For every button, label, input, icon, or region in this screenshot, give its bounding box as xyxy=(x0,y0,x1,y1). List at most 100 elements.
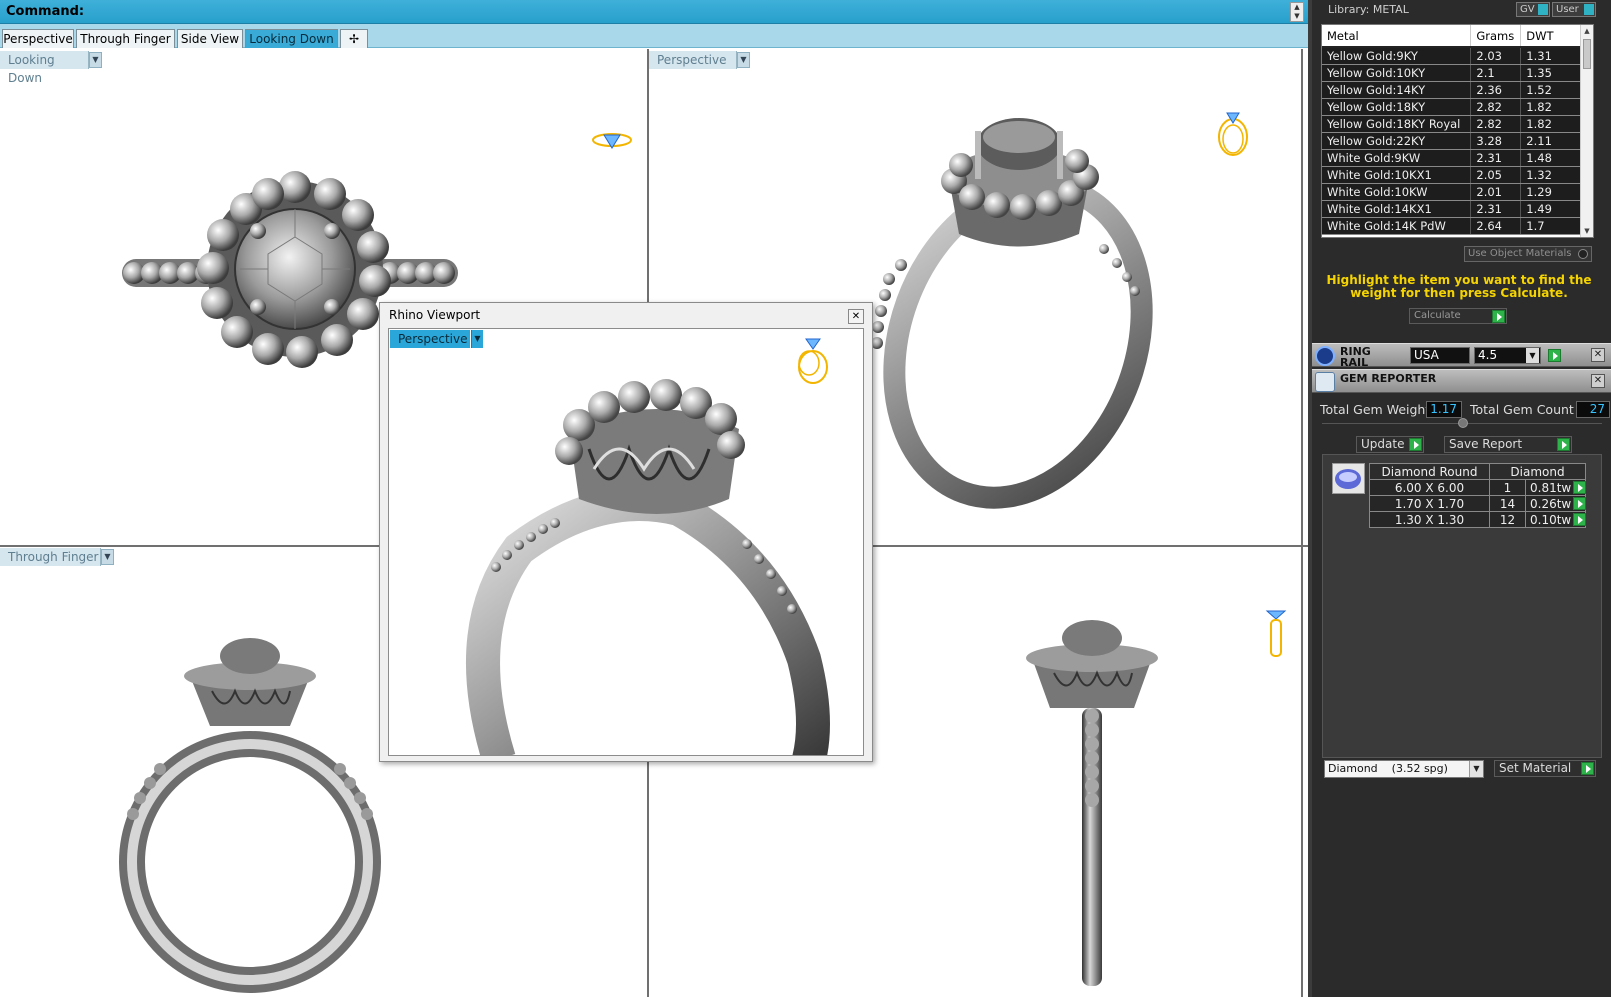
table-row[interactable]: Yellow Gold:18KY Royal 2.82 1.82 xyxy=(1322,115,1581,133)
total-gem-count-value: 27 xyxy=(1576,401,1610,418)
gem-reporter-icon xyxy=(1315,372,1335,392)
table-row[interactable]: Yellow Gold:10KY 2.1 1.35 xyxy=(1322,64,1581,82)
floating-perspective-view xyxy=(466,338,830,755)
calculate-label: Calculate xyxy=(1414,310,1461,321)
close-icon[interactable]: ✕ xyxy=(848,309,864,324)
viewport-label-perspective[interactable]: Perspective ▼ xyxy=(649,51,750,69)
play-icon[interactable] xyxy=(1573,497,1586,510)
halo-head xyxy=(184,638,316,726)
gem-header-type: Diamond xyxy=(1489,463,1586,480)
chevron-down-icon[interactable]: ▼ xyxy=(101,549,114,565)
floating-viewport-canvas[interactable]: Perspective ▼ xyxy=(388,328,864,756)
chevron-down-icon[interactable]: ▼ xyxy=(737,52,750,68)
ring-rail-go-button[interactable] xyxy=(1548,349,1561,362)
add-tab-button[interactable]: ✢ xyxy=(340,29,368,48)
round-diamond-icon xyxy=(1332,463,1365,494)
perspective-orientation-icon xyxy=(1218,112,1248,156)
floating-viewport-window[interactable]: Rhino Viewport ✕ Perspective ▼ xyxy=(379,302,873,762)
table-row[interactable]: White Gold:14KX1 2.31 1.49 xyxy=(1322,200,1581,218)
close-icon[interactable]: ✕ xyxy=(1591,374,1605,388)
table-row[interactable]: White Gold:10KW 2.01 1.29 xyxy=(1322,183,1581,201)
table-row[interactable]: 1.30 X 1.30 12 0.10tw xyxy=(1369,511,1586,528)
tab-side-view[interactable]: Side View xyxy=(177,29,243,48)
viewport-label-looking-down[interactable]: Looking Down ▼ xyxy=(0,51,102,85)
play-icon xyxy=(1492,310,1505,323)
material-select-sg: (3.52 spg) xyxy=(1391,762,1448,775)
material-select-name: Diamond xyxy=(1328,762,1378,775)
instruction-text: Highlight the item you want to find the … xyxy=(1326,273,1592,300)
looking-down-orientation-icon xyxy=(592,133,632,149)
gem-header-shape: Diamond Round xyxy=(1369,463,1490,480)
viewport-tab-strip: Perspective Through Finger Side View Loo… xyxy=(0,24,1308,48)
play-icon[interactable] xyxy=(1573,481,1586,494)
tab-looking-down[interactable]: Looking Down xyxy=(245,29,338,48)
toggle-indicator-icon xyxy=(1584,4,1594,15)
chevron-down-icon[interactable]: ▼ xyxy=(1469,761,1483,777)
update-button[interactable]: Update xyxy=(1356,436,1424,453)
library-label: Library: METAL xyxy=(1328,3,1409,16)
chevron-down-icon[interactable]: ▼ xyxy=(1526,348,1539,363)
use-object-materials-toggle[interactable]: Use Object Materials xyxy=(1464,246,1592,262)
gem-list: Diamond Round Diamond 6.00 X 6.00 1 0.81… xyxy=(1322,454,1602,758)
table-row[interactable]: Yellow Gold:9KY 2.03 1.31 xyxy=(1322,47,1581,65)
save-report-label: Save Report xyxy=(1449,437,1523,451)
metal-table[interactable]: Metal Grams DWT Yellow Gold:9KY 2.03 1.31 … xyxy=(1321,24,1594,238)
ring-country-field[interactable]: USA xyxy=(1410,347,1470,364)
gv-toggle[interactable]: GV xyxy=(1516,2,1550,17)
chevron-down-icon[interactable]: ▼ xyxy=(89,52,102,68)
toggle-indicator-icon xyxy=(1538,4,1548,15)
tab-through-finger[interactable]: Through Finger xyxy=(76,29,175,48)
save-report-button[interactable]: Save Report xyxy=(1444,436,1572,453)
table-row[interactable]: Yellow Gold:18KY 2.82 1.82 xyxy=(1322,98,1581,116)
side-halo-head xyxy=(1026,620,1158,708)
metal-table-scrollbar[interactable]: ▲ ▼ xyxy=(1580,25,1593,237)
user-toggle[interactable]: User xyxy=(1552,2,1596,17)
floating-orientation-icon xyxy=(798,338,828,384)
ring-band-highlight xyxy=(127,739,373,985)
right-panel: Library: METAL GV User Metal Grams DWT Y… xyxy=(1308,0,1611,997)
splitter-handle[interactable] xyxy=(1458,418,1468,428)
floating-viewport-title: Rhino Viewport xyxy=(389,308,481,322)
play-icon xyxy=(1581,762,1594,775)
command-label: Command: xyxy=(6,4,85,19)
gem-reporter-title: GEM REPORTER xyxy=(1340,372,1437,385)
table-row[interactable]: 6.00 X 6.00 1 0.81tw xyxy=(1369,479,1586,496)
ring-size-value: 4.5 xyxy=(1478,348,1498,362)
column-header-dwt[interactable]: DWT xyxy=(1520,25,1581,48)
set-material-button[interactable]: Set Material xyxy=(1494,760,1596,777)
ring-size-select[interactable]: 4.5 ▼ xyxy=(1474,347,1541,364)
table-row[interactable]: White Gold:14K PdW 2.64 1.7 xyxy=(1322,217,1581,235)
table-row[interactable]: White Gold:10KX1 2.05 1.32 xyxy=(1322,166,1581,184)
command-scroll-arrows[interactable]: ▲ ▼ xyxy=(1290,2,1304,22)
viewport-right-edge xyxy=(1301,49,1303,997)
total-gem-weight-value: 1.17 xyxy=(1426,401,1462,418)
scroll-up-icon[interactable]: ▲ xyxy=(1581,25,1593,37)
scroll-thumb[interactable] xyxy=(1583,39,1591,69)
scroll-down-icon[interactable]: ▼ xyxy=(1581,225,1593,237)
table-row[interactable]: Yellow Gold:14KY 2.36 1.52 xyxy=(1322,81,1581,99)
viewport-label-text: Perspective xyxy=(657,53,727,67)
table-row[interactable]: 1.70 X 1.70 14 0.26tw xyxy=(1369,495,1586,512)
gem-table[interactable]: Diamond Round Diamond 6.00 X 6.00 1 0.81… xyxy=(1369,463,1586,528)
calculate-button[interactable]: Calculate xyxy=(1409,308,1507,324)
user-label: User xyxy=(1556,4,1579,15)
viewport-label-text: Through Finger xyxy=(8,550,99,564)
command-bar[interactable]: Command: ▲ ▼ xyxy=(0,0,1308,24)
viewport-label-through-finger[interactable]: Through Finger ▼ xyxy=(0,548,114,566)
play-icon[interactable] xyxy=(1573,513,1586,526)
column-header-grams[interactable]: Grams xyxy=(1470,25,1522,48)
tab-perspective[interactable]: Perspective xyxy=(2,29,74,48)
ring-rail-icon xyxy=(1315,346,1335,366)
table-row[interactable]: Yellow Gold:22KY 3.28 2.11 xyxy=(1322,132,1581,150)
material-select[interactable]: Diamond (3.52 spg) ▼ xyxy=(1324,760,1484,778)
use-object-materials-label: Use Object Materials xyxy=(1468,248,1572,259)
gv-label: GV xyxy=(1520,4,1535,15)
table-row[interactable]: White Gold:9KW 2.31 1.48 xyxy=(1322,149,1581,167)
close-icon[interactable]: ✕ xyxy=(1591,348,1605,362)
side-orientation-icon xyxy=(1265,610,1287,657)
set-material-label: Set Material xyxy=(1499,761,1572,775)
total-gem-weight-label: Total Gem Weight xyxy=(1320,402,1431,417)
floating-halo-head xyxy=(555,379,745,514)
column-header-metal[interactable]: Metal xyxy=(1322,25,1472,48)
radio-icon[interactable] xyxy=(1578,249,1588,259)
